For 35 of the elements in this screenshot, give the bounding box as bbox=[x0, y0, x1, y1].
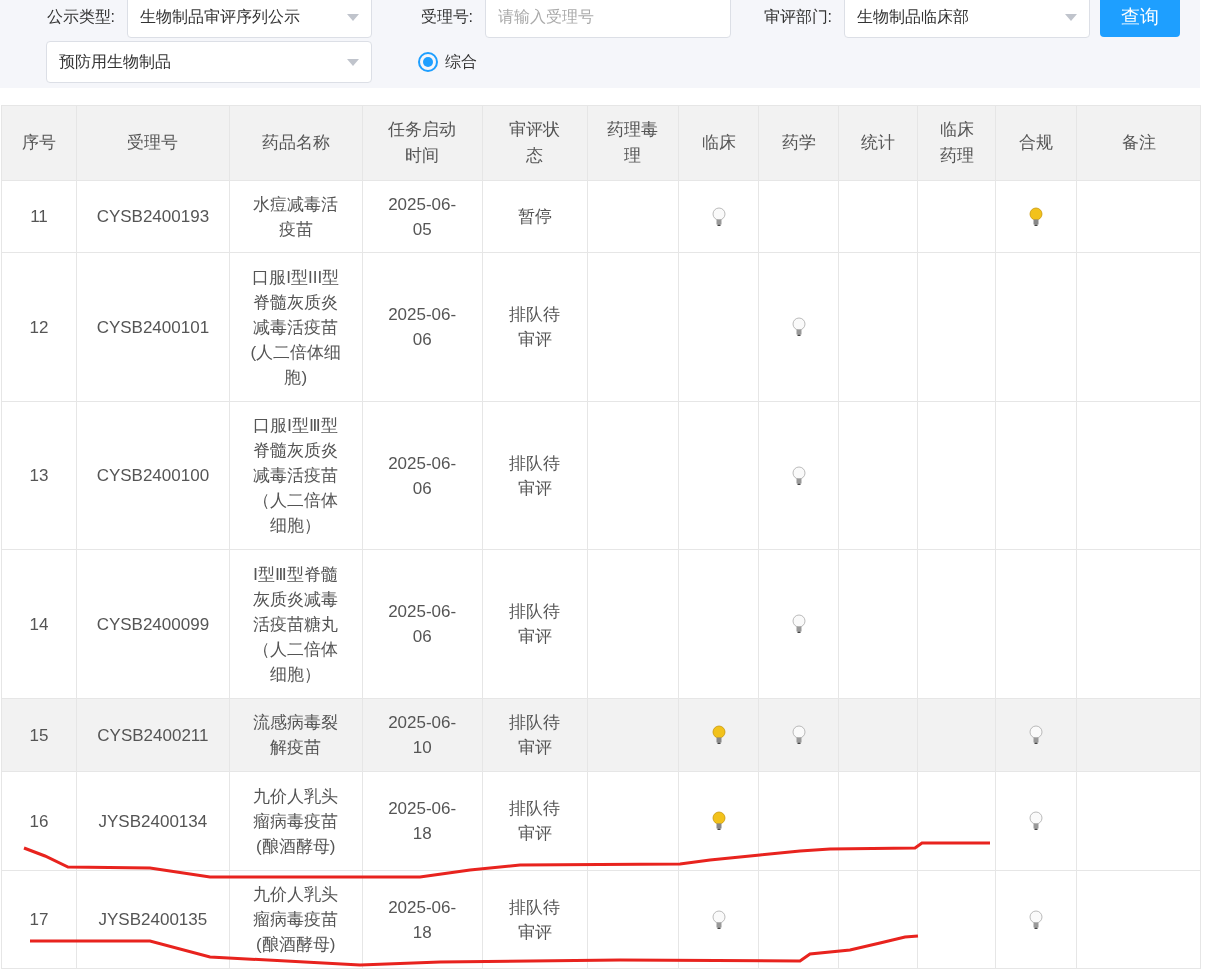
table-cell: 九价人乳头瘤病毒疫苗(酿酒酵母) bbox=[229, 871, 363, 969]
category-select[interactable]: 预防用生物制品 bbox=[46, 41, 372, 83]
column-header: 序号 bbox=[20, 132, 57, 154]
type-select[interactable]: 生物制品审评序列公示 bbox=[127, 0, 372, 38]
table-cell: 排队待审评 bbox=[482, 871, 588, 969]
column-header: 药理毒理 bbox=[606, 119, 660, 167]
column-header: 统计 bbox=[860, 132, 897, 154]
table-row[interactable]: 12 CYSB2400101 口服I型III型脊髓灰质炎减毒活疫苗(人二倍体细胞) 2025-06-06 排队待审评 bbox=[2, 253, 1201, 402]
caret-icon bbox=[1065, 13, 1077, 21]
table-row[interactable]: 11 CYSB2400193 水痘减毒活疫苗 2025-06-05 暂停 bbox=[2, 181, 1201, 253]
table-row[interactable]: 16 JYSB2400134 九价人乳头瘤病毒疫苗(酿酒酵母) 2025-06-18 排队待审评 bbox=[2, 772, 1201, 871]
table-cell: 2025-06-18 bbox=[362, 871, 483, 969]
department-select[interactable]: 生物制品临床部 bbox=[844, 0, 1090, 38]
table-cell: JYSB2400135 bbox=[76, 871, 230, 969]
caret-icon bbox=[347, 13, 359, 21]
table-row[interactable]: 17 JYSB2400135 九价人乳头瘤病毒疫苗(酿酒酵母) 2025-06-18 排队待审评 bbox=[2, 871, 1201, 969]
number-input-field[interactable]: 请输入受理号 bbox=[485, 0, 731, 38]
column-header: 药学 bbox=[780, 132, 817, 154]
column-header: 受理号 bbox=[126, 132, 180, 154]
column-header: 临床药理 bbox=[938, 119, 975, 167]
filter-label: 公示类型: bbox=[45, 7, 116, 27]
column-header: 临床 bbox=[700, 132, 737, 154]
table-cell: 17 bbox=[2, 871, 77, 969]
column-header: 审评状态 bbox=[508, 119, 562, 167]
column-header: 任务启动时间 bbox=[387, 119, 458, 167]
table-row[interactable]: 14 CYSB2400099 Ⅰ型Ⅲ型脊髓灰质炎减毒活疫苗糖丸（人二倍体细胞） 2025-06-06 排队待审评 bbox=[2, 550, 1201, 699]
column-header: 备注 bbox=[1120, 132, 1157, 154]
filter-label: 审评部门: bbox=[762, 7, 833, 27]
table-row[interactable]: 15 CYSB2400211 流感病毒裂解疫苗 2025-06-10 排队待审评 bbox=[2, 699, 1201, 772]
column-header: 药品名称 bbox=[260, 132, 331, 154]
column-header: 合规 bbox=[1018, 132, 1055, 154]
radio-option[interactable]: 综合 bbox=[418, 50, 477, 74]
caret-icon bbox=[347, 58, 359, 66]
table-row[interactable]: 13 CYSB2400100 口服Ⅰ型Ⅲ型脊髓灰质炎减毒活疫苗（人二倍体细胞） 2025-06-06 排队待审评 bbox=[2, 402, 1201, 550]
filter-label: 受理号: bbox=[419, 7, 474, 27]
